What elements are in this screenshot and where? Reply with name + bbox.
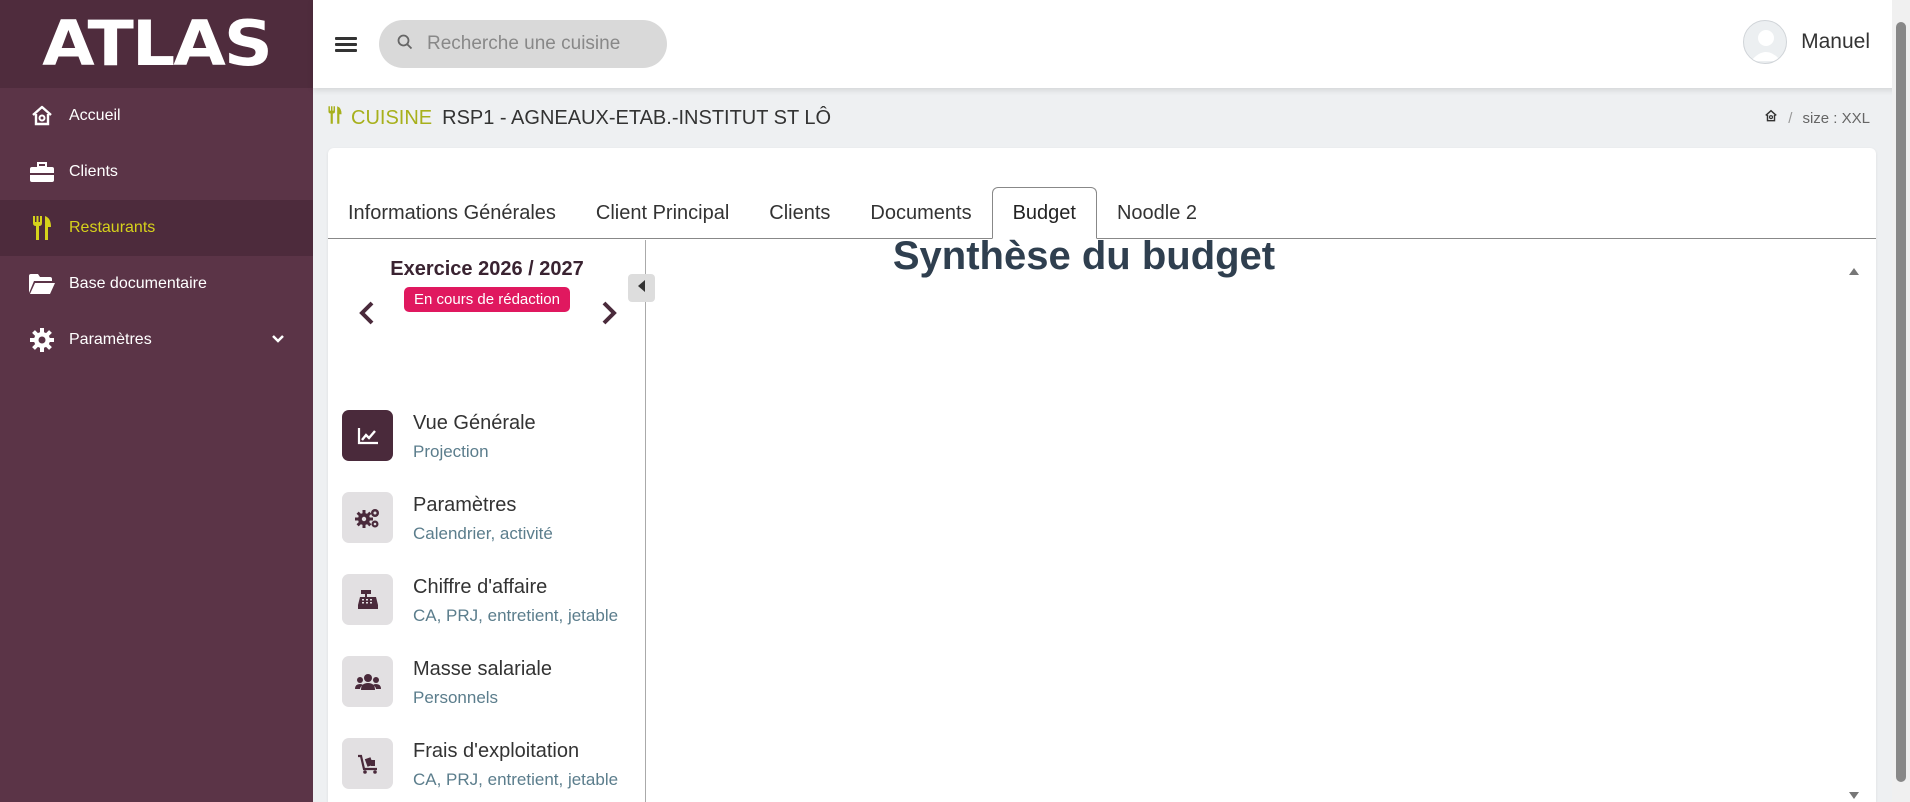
sidebar-item-label: Paramètres [69,331,152,348]
sidebar: ATLAS Accueil Clients Restaurants Base d… [0,0,313,802]
utensils-icon [28,214,56,242]
menu-item-title: Paramètres [413,494,517,516]
tab-bar: Informations Générales Client Principal … [328,168,1876,239]
content-card: Informations Générales Client Principal … [328,148,1876,802]
sidebar-item-parametres[interactable]: Paramètres [0,312,313,368]
page-header: CUISINE RSP1 - AGNEAUX-ETAB.-INSTITUT ST… [327,104,1870,132]
app-logo[interactable]: ATLAS [0,0,313,88]
topbar: Manuel [313,0,1910,88]
gears-icon [342,492,393,543]
logo-text: ATLAS [42,7,273,81]
menu-item-title: Frais d'exploitation [413,740,580,762]
avatar [1743,20,1788,64]
users-icon [342,656,393,707]
search-box [379,20,667,68]
search-icon [397,34,413,55]
page-scrollbar-thumb[interactable] [1896,22,1906,782]
page-category: CUISINE [327,105,432,131]
breadcrumb: / size : XXL [1764,109,1870,127]
menu-item-chiffre-affaire[interactable]: Chiffre d'affaire CA, PRJ, entretient, j… [342,574,642,656]
sidebar-item-label: Accueil [69,107,121,124]
menu-item-subtitle: Personnels [413,688,499,707]
menu-item-parametres[interactable]: Paramètres Calendrier, activité [342,492,642,574]
search-input[interactable] [427,33,647,55]
sidebar-item-restaurants[interactable]: Restaurants [0,200,313,256]
menu-item-subtitle: CA, PRJ, entretient, jetable [413,606,619,625]
menu-item-subtitle: Projection [413,442,489,461]
briefcase-icon [28,158,56,186]
sidebar-item-label: Clients [69,163,118,180]
sidebar-nav: Accueil Clients Restaurants Base documen… [0,88,313,368]
menu-item-subtitle: Calendrier, activité [413,524,553,543]
breadcrumb-size: size : XXL [1802,109,1870,127]
menu-toggle-icon[interactable] [335,34,357,55]
menu-item-masse-salariale[interactable]: Masse salariale Personnels [342,656,642,738]
gear-icon [28,326,56,354]
menu-item-vue-generale[interactable]: Vue Générale Projection [342,410,642,492]
folder-open-icon [28,270,56,298]
user-menu[interactable]: Manuel [1743,20,1870,64]
budget-summary-title: Synthèse du budget [892,234,1276,278]
scroll-down-icon[interactable] [1849,792,1859,799]
scroll-up-icon[interactable] [1849,268,1859,275]
page-title: RSP1 - AGNEAUX-ETAB.-INSTITUT ST LÔ [442,106,832,129]
previous-exercise-button[interactable] [358,300,376,334]
menu-item-title: Chiffre d'affaire [413,576,548,598]
tab-client-principal[interactable]: Client Principal [576,187,749,239]
caret-left-icon [637,279,646,297]
chart-line-icon [342,410,393,461]
menu-item-subtitle: CA, PRJ, entretient, jetable [413,770,619,789]
next-exercise-button[interactable] [600,300,618,334]
breadcrumb-separator: / [1788,109,1793,127]
tab-budget[interactable]: Budget [991,187,1097,239]
menu-item-title: Masse salariale [413,658,552,680]
budget-menu: Vue Générale Projection Paramètres Calen… [342,410,642,802]
cash-register-icon [342,574,393,625]
tab-informations-generales[interactable]: Informations Générales [328,187,576,239]
chevron-down-icon [271,331,285,349]
status-badge: En cours de rédaction [404,287,570,312]
menu-item-title: Vue Générale [413,412,536,434]
sidebar-item-base-documentaire[interactable]: Base documentaire [0,256,313,312]
content-scrollbar[interactable] [1844,240,1864,802]
collapse-panel-button[interactable] [628,274,655,302]
menu-item-frais-exploitation[interactable]: Frais d'exploitation CA, PRJ, entretient… [342,738,642,802]
tab-clients[interactable]: Clients [749,187,850,239]
cart-flatbed-icon [342,738,393,789]
breadcrumb-home-icon[interactable] [1764,109,1778,127]
sidebar-item-label: Restaurants [69,219,156,236]
budget-side-panel: Exercice 2026 / 2027 En cours de rédacti… [328,240,646,802]
page-scrollbar[interactable] [1892,0,1910,802]
sidebar-item-label: Base documentaire [69,275,207,292]
tab-noodle-2[interactable]: Noodle 2 [1097,187,1217,239]
sidebar-item-accueil[interactable]: Accueil [0,88,313,144]
home-icon [28,102,56,130]
exercise-title: Exercice 2026 / 2027 [390,258,584,280]
username: Manuel [1801,30,1870,53]
utensils-icon [327,105,343,131]
tab-documents[interactable]: Documents [850,187,991,239]
page-category-label: CUISINE [351,106,433,129]
sidebar-item-clients[interactable]: Clients [0,144,313,200]
